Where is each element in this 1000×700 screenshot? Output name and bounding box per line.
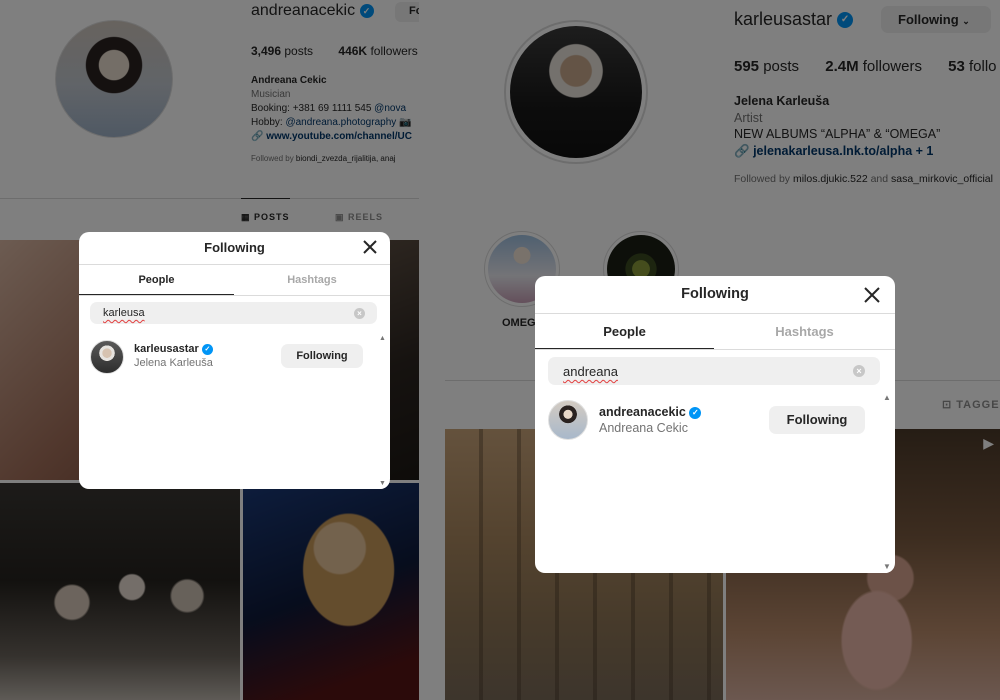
followers-count[interactable]: 2.4M followers (825, 58, 922, 75)
reels-icon: ▣ (335, 212, 345, 222)
following-count[interactable]: 53 follo (948, 58, 996, 75)
post-thumbnail[interactable] (243, 483, 419, 700)
followed-by[interactable]: Followed by milos.djukic.522 and sasa_mi… (734, 173, 993, 185)
profile-stats: 3,496 posts 446K followers (251, 44, 419, 58)
verified-badge-icon: ✓ (689, 406, 702, 419)
bio-external-link[interactable]: 🔗 www.youtube.com/channel/UC (251, 130, 412, 144)
verified-badge-icon: ✓ (837, 12, 854, 29)
result-full-name: Andreana Cekic (599, 421, 688, 435)
close-icon[interactable] (362, 239, 378, 255)
profile-stats: 595 posts 2.4M followers 53 follo (734, 58, 1000, 75)
reel-icon: ▶ (983, 435, 994, 451)
profile-username: karleusastar ✓ (734, 9, 854, 30)
following-button[interactable]: Following ⌄ (881, 6, 991, 33)
result-full-name: Jelena Karleuša (134, 357, 213, 369)
grid-icon: ▦ (241, 212, 251, 222)
tab-hashtags[interactable]: Hashtags (714, 324, 895, 339)
following-button[interactable]: Following (769, 406, 865, 434)
search-input[interactable]: karleusa × (90, 302, 377, 324)
right-panel: karleusastar ✓ Following ⌄ 595 posts 2.4… (419, 0, 1000, 700)
following-modal: Following People Hashtags karleusa × kar… (79, 232, 390, 489)
user-avatar[interactable] (90, 340, 124, 374)
profile-username: andreanacekic ✓ (251, 2, 374, 20)
profile-bio: Jelena Karleuša Artist NEW ALBUMS “ALPHA… (734, 93, 940, 159)
following-button[interactable]: Following (281, 344, 363, 368)
followed-by[interactable]: Followed by biondi_zvezda_rijalitija, an… (251, 154, 396, 163)
tag-icon: ⊡ (942, 399, 953, 411)
bio-text: NEW ALBUMS “ALPHA” & “OMEGA” (734, 127, 941, 141)
tabs-divider (0, 198, 419, 199)
clear-search-icon[interactable]: × (354, 308, 365, 319)
search-input[interactable]: andreana × (548, 357, 880, 385)
tabs-divider (79, 295, 390, 296)
active-tab-indicator (535, 348, 714, 349)
bio-category: Musician (251, 89, 291, 100)
scrollbar[interactable]: ▲ ▼ (880, 393, 894, 573)
bio-mention-link[interactable]: @nova (374, 103, 406, 114)
clear-search-icon[interactable]: × (853, 365, 865, 377)
scroll-up-icon[interactable]: ▲ (376, 335, 389, 342)
modal-divider (535, 313, 895, 314)
posts-count: 595 posts (734, 58, 800, 75)
tab-hashtags[interactable]: Hashtags (234, 274, 390, 286)
scroll-up-icon[interactable]: ▲ (880, 393, 894, 402)
following-modal: Following People Hashtags andreana × and… (535, 276, 895, 573)
scroll-down-icon[interactable]: ▼ (880, 562, 894, 571)
followers-count[interactable]: 446K followers (338, 44, 417, 58)
modal-title: Following (681, 286, 749, 302)
scrollbar[interactable]: ▲ ▼ (376, 335, 389, 489)
tabs-divider (535, 349, 895, 350)
post-thumbnail[interactable] (0, 483, 240, 700)
bio-external-link[interactable]: 🔗 jelenakarleusa.lnk.to/alpha + 1 (734, 143, 940, 160)
active-tab-indicator (79, 294, 234, 295)
tab-reels[interactable]: ▣ REELS (335, 212, 383, 223)
modal-divider (79, 264, 390, 265)
bio-name: Jelena Karleuša (734, 94, 830, 108)
follow-button[interactable]: Fo (395, 2, 419, 22)
tab-tagged[interactable]: ⊡ TAGGE (942, 398, 1000, 411)
posts-count: 3,496 posts (251, 44, 314, 58)
verified-badge-icon: ✓ (359, 3, 374, 18)
tab-people[interactable]: People (79, 274, 234, 286)
scroll-down-icon[interactable]: ▼ (376, 480, 389, 487)
link-icon: 🔗 (734, 143, 750, 158)
profile-bio: Andreana Cekic Musician Booking: +381 69… (251, 75, 412, 144)
chevron-down-icon: ⌄ (962, 16, 970, 26)
result-username[interactable]: andreanacekic ✓ (599, 405, 702, 419)
profile-avatar[interactable] (55, 20, 173, 138)
verified-badge-icon: ✓ (201, 343, 213, 355)
user-avatar[interactable] (548, 400, 588, 440)
link-icon: 🔗 (251, 131, 264, 142)
profile-avatar[interactable] (504, 20, 648, 164)
tab-posts[interactable]: ▦ POSTS (241, 198, 290, 223)
bio-name: Andreana Cekic (251, 75, 327, 86)
tab-people[interactable]: People (535, 324, 714, 339)
bio-category: Artist (734, 110, 763, 125)
modal-title: Following (204, 240, 265, 255)
left-panel: andreanacekic ✓ Fo 3,496 posts 446K foll… (0, 0, 419, 700)
bio-hobby-link[interactable]: @andreana.photography 📷 (285, 117, 411, 128)
result-username[interactable]: karleusastar ✓ (134, 343, 213, 355)
close-icon[interactable] (863, 286, 881, 304)
